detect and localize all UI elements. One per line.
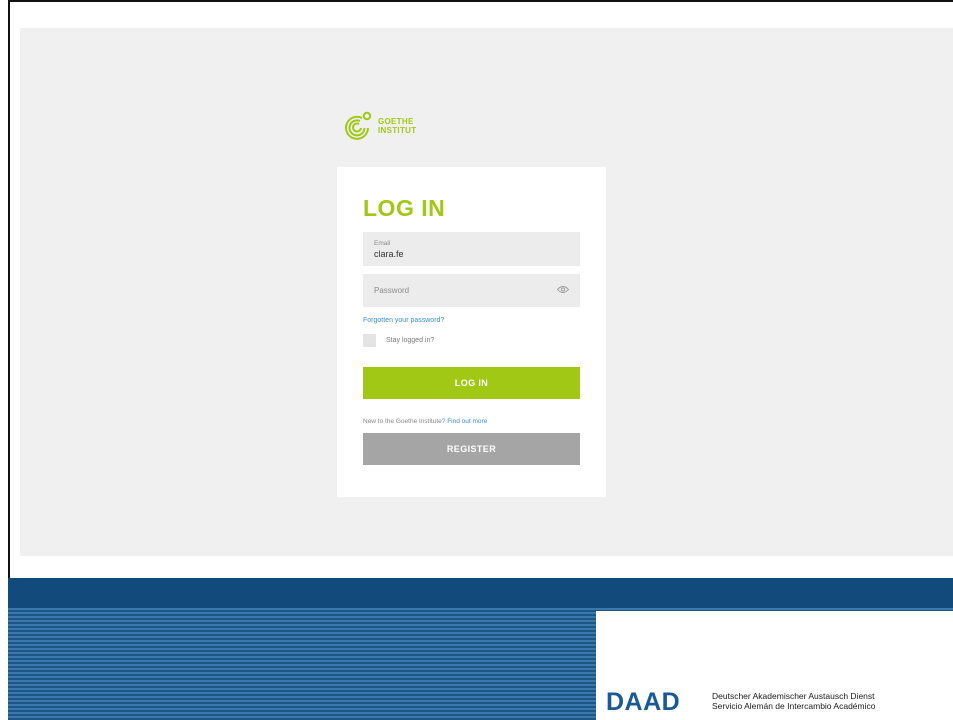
new-user-row: New to the Goethe Institute? Find out mo… xyxy=(363,418,487,425)
goethe-logo[interactable]: GOETHE INSTITUT xyxy=(340,109,416,143)
daad-line-2: Servicio Alemán de Intercambio Académico xyxy=(712,701,876,711)
forgot-password-link[interactable]: Forgotten your password? xyxy=(363,317,444,324)
new-user-text: New to the Goethe Institute? xyxy=(363,418,446,425)
email-label: Email xyxy=(374,240,391,247)
email-value[interactable]: clara.fe xyxy=(374,249,404,259)
slide-border-top xyxy=(8,0,953,2)
stay-logged-in-label: Stay logged in? xyxy=(386,337,435,344)
goethe-logo-text: GOETHE INSTITUT xyxy=(378,117,416,135)
login-title: LOG IN xyxy=(363,195,446,221)
daad-panel: DAAD Deutscher Akademischer Austausch Di… xyxy=(596,611,953,720)
login-card: LOG IN Email clara.fe Password Forgotten… xyxy=(337,167,606,497)
daad-description: Deutscher Akademischer Austausch Dienst … xyxy=(712,691,875,711)
password-placeholder: Password xyxy=(374,286,410,295)
logo-line-2: INSTITUT xyxy=(378,126,417,135)
eye-icon[interactable] xyxy=(557,285,569,294)
register-button[interactable]: REGISTER xyxy=(363,433,580,465)
stay-logged-in-row: Stay logged in? xyxy=(363,334,434,347)
email-field[interactable]: Email clara.fe xyxy=(363,232,580,266)
goethe-logo-icon xyxy=(345,111,372,140)
login-button[interactable]: LOG IN xyxy=(363,367,580,399)
stay-logged-in-checkbox[interactable] xyxy=(363,334,376,347)
footer-banner-top xyxy=(8,578,953,608)
find-out-more-link[interactable]: Find out more xyxy=(447,418,487,425)
password-field[interactable]: Password xyxy=(363,274,580,307)
logo-line-1: GOETHE xyxy=(378,117,414,126)
slide-border-left xyxy=(8,0,10,578)
daad-logo: DAAD xyxy=(606,688,681,716)
daad-line-1: Deutscher Akademischer Austausch Dienst xyxy=(712,691,875,701)
